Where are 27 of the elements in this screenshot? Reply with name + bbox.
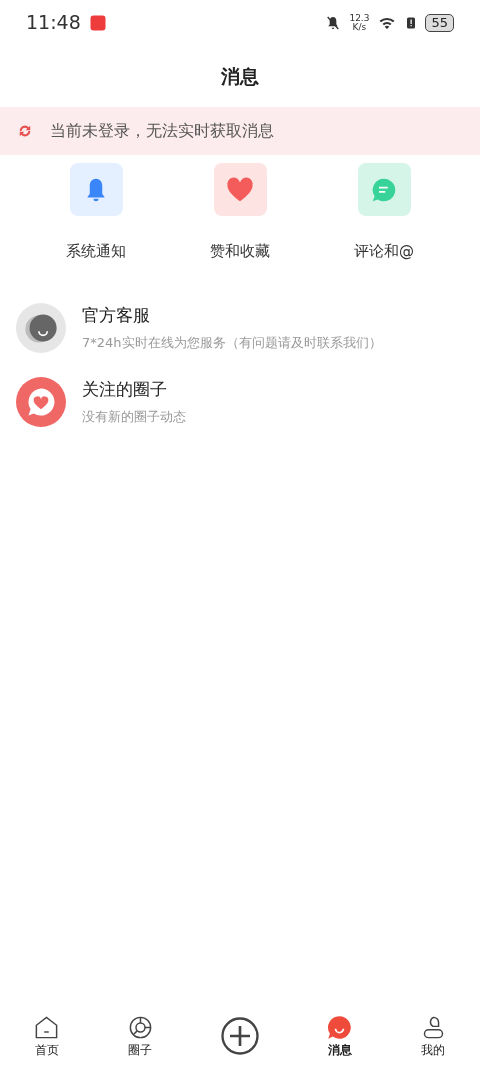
conversation-title: 关注的圈子 xyxy=(82,378,168,401)
login-warning-text: 当前未登录，无法实时获取消息 xyxy=(50,120,274,142)
app-notification-icon xyxy=(88,13,107,32)
network-speed-unit: K/s xyxy=(351,22,368,32)
action-tile[interactable] xyxy=(69,163,123,216)
page-title: 消息 xyxy=(220,63,260,89)
conversation-subtitle: 没有新的圈子动态 xyxy=(82,407,186,426)
action-tile[interactable] xyxy=(213,163,267,216)
tab-item[interactable]: 首页 xyxy=(33,1013,61,1059)
action-label: 评论和@ xyxy=(354,241,414,262)
tab-item[interactable]: 我的 xyxy=(419,1013,447,1059)
status-time: 11:48 xyxy=(26,10,81,36)
conversation-subtitle: 7*24h实时在线为您服务（有问题请及时联系我们） xyxy=(82,333,382,352)
circle-avatar-icon xyxy=(16,376,66,427)
conversation-title: 官方客服 xyxy=(82,304,151,327)
chat-bubble-icon xyxy=(326,1013,354,1041)
service-avatar-icon xyxy=(16,302,66,353)
plus-icon xyxy=(219,1016,260,1056)
tab-item[interactable]: 圈子 xyxy=(126,1013,154,1059)
battery-level: 55 xyxy=(425,13,454,32)
action-label: 系统通知 xyxy=(66,241,126,262)
muted-bell-icon xyxy=(325,14,342,31)
tab-item[interactable]: 消息 xyxy=(326,1013,354,1059)
network-speed: 12.3 xyxy=(349,13,370,23)
action-label: 赞和收藏 xyxy=(210,241,270,262)
action-tile[interactable] xyxy=(357,163,411,216)
tab-item[interactable] xyxy=(219,1016,260,1056)
